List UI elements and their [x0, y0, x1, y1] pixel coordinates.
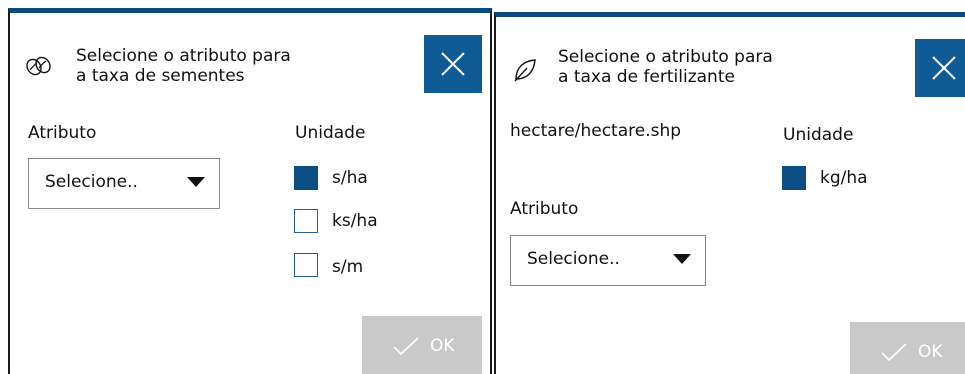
seed-icon [26, 55, 52, 81]
fertilizer-rate-dialog: Selecione o atributo para a taxa de fert… [494, 12, 965, 374]
unit-checkbox-s-m[interactable] [294, 253, 318, 277]
dropdown-arrow-icon [187, 177, 205, 187]
ok-label: OK [430, 336, 455, 356]
unit-label-kg-ha: kg/ha [820, 168, 868, 188]
dropdown-arrow-icon [673, 254, 691, 264]
ok-button[interactable]: OK [362, 316, 482, 374]
leaf-icon [512, 57, 538, 87]
unit-checkbox-kg-ha[interactable] [782, 166, 806, 190]
attribute-select[interactable]: Selecione.. [28, 158, 220, 209]
close-icon [932, 56, 956, 80]
close-button[interactable] [915, 39, 965, 97]
close-icon [441, 52, 465, 76]
attribute-label: Atributo [510, 199, 579, 219]
dialog-title: Selecione o atributo para a taxa de fert… [558, 47, 773, 87]
unit-checkbox-s-ha[interactable] [294, 166, 318, 190]
title-line-2: a taxa de sementes [76, 66, 245, 86]
select-value: Selecione.. [45, 172, 138, 192]
file-name: hectare/hectare.shp [510, 121, 682, 141]
unit-label-s-m: s/m [332, 257, 364, 277]
check-icon [393, 337, 419, 356]
seed-rate-dialog: Selecione o atributo para a taxa de seme… [8, 8, 492, 374]
title-line-1: Selecione o atributo para [558, 47, 773, 67]
ok-label: OK [918, 342, 943, 362]
attribute-select[interactable]: Selecione.. [510, 235, 706, 286]
attribute-label: Atributo [28, 123, 97, 143]
title-line-1: Selecione o atributo para [76, 46, 291, 66]
unit-label-s-ha: s/ha [332, 168, 368, 188]
unit-label: Unidade [783, 125, 854, 145]
title-line-2: a taxa de fertilizante [558, 67, 735, 87]
close-button[interactable] [424, 35, 482, 93]
select-value: Selecione.. [527, 249, 620, 269]
unit-checkbox-ks-ha[interactable] [294, 209, 318, 233]
ok-button[interactable]: OK [850, 322, 965, 374]
dialog-title: Selecione o atributo para a taxa de seme… [76, 46, 291, 86]
unit-label-ks-ha: ks/ha [332, 211, 378, 231]
unit-label: Unidade [295, 123, 366, 143]
check-icon [881, 343, 907, 362]
